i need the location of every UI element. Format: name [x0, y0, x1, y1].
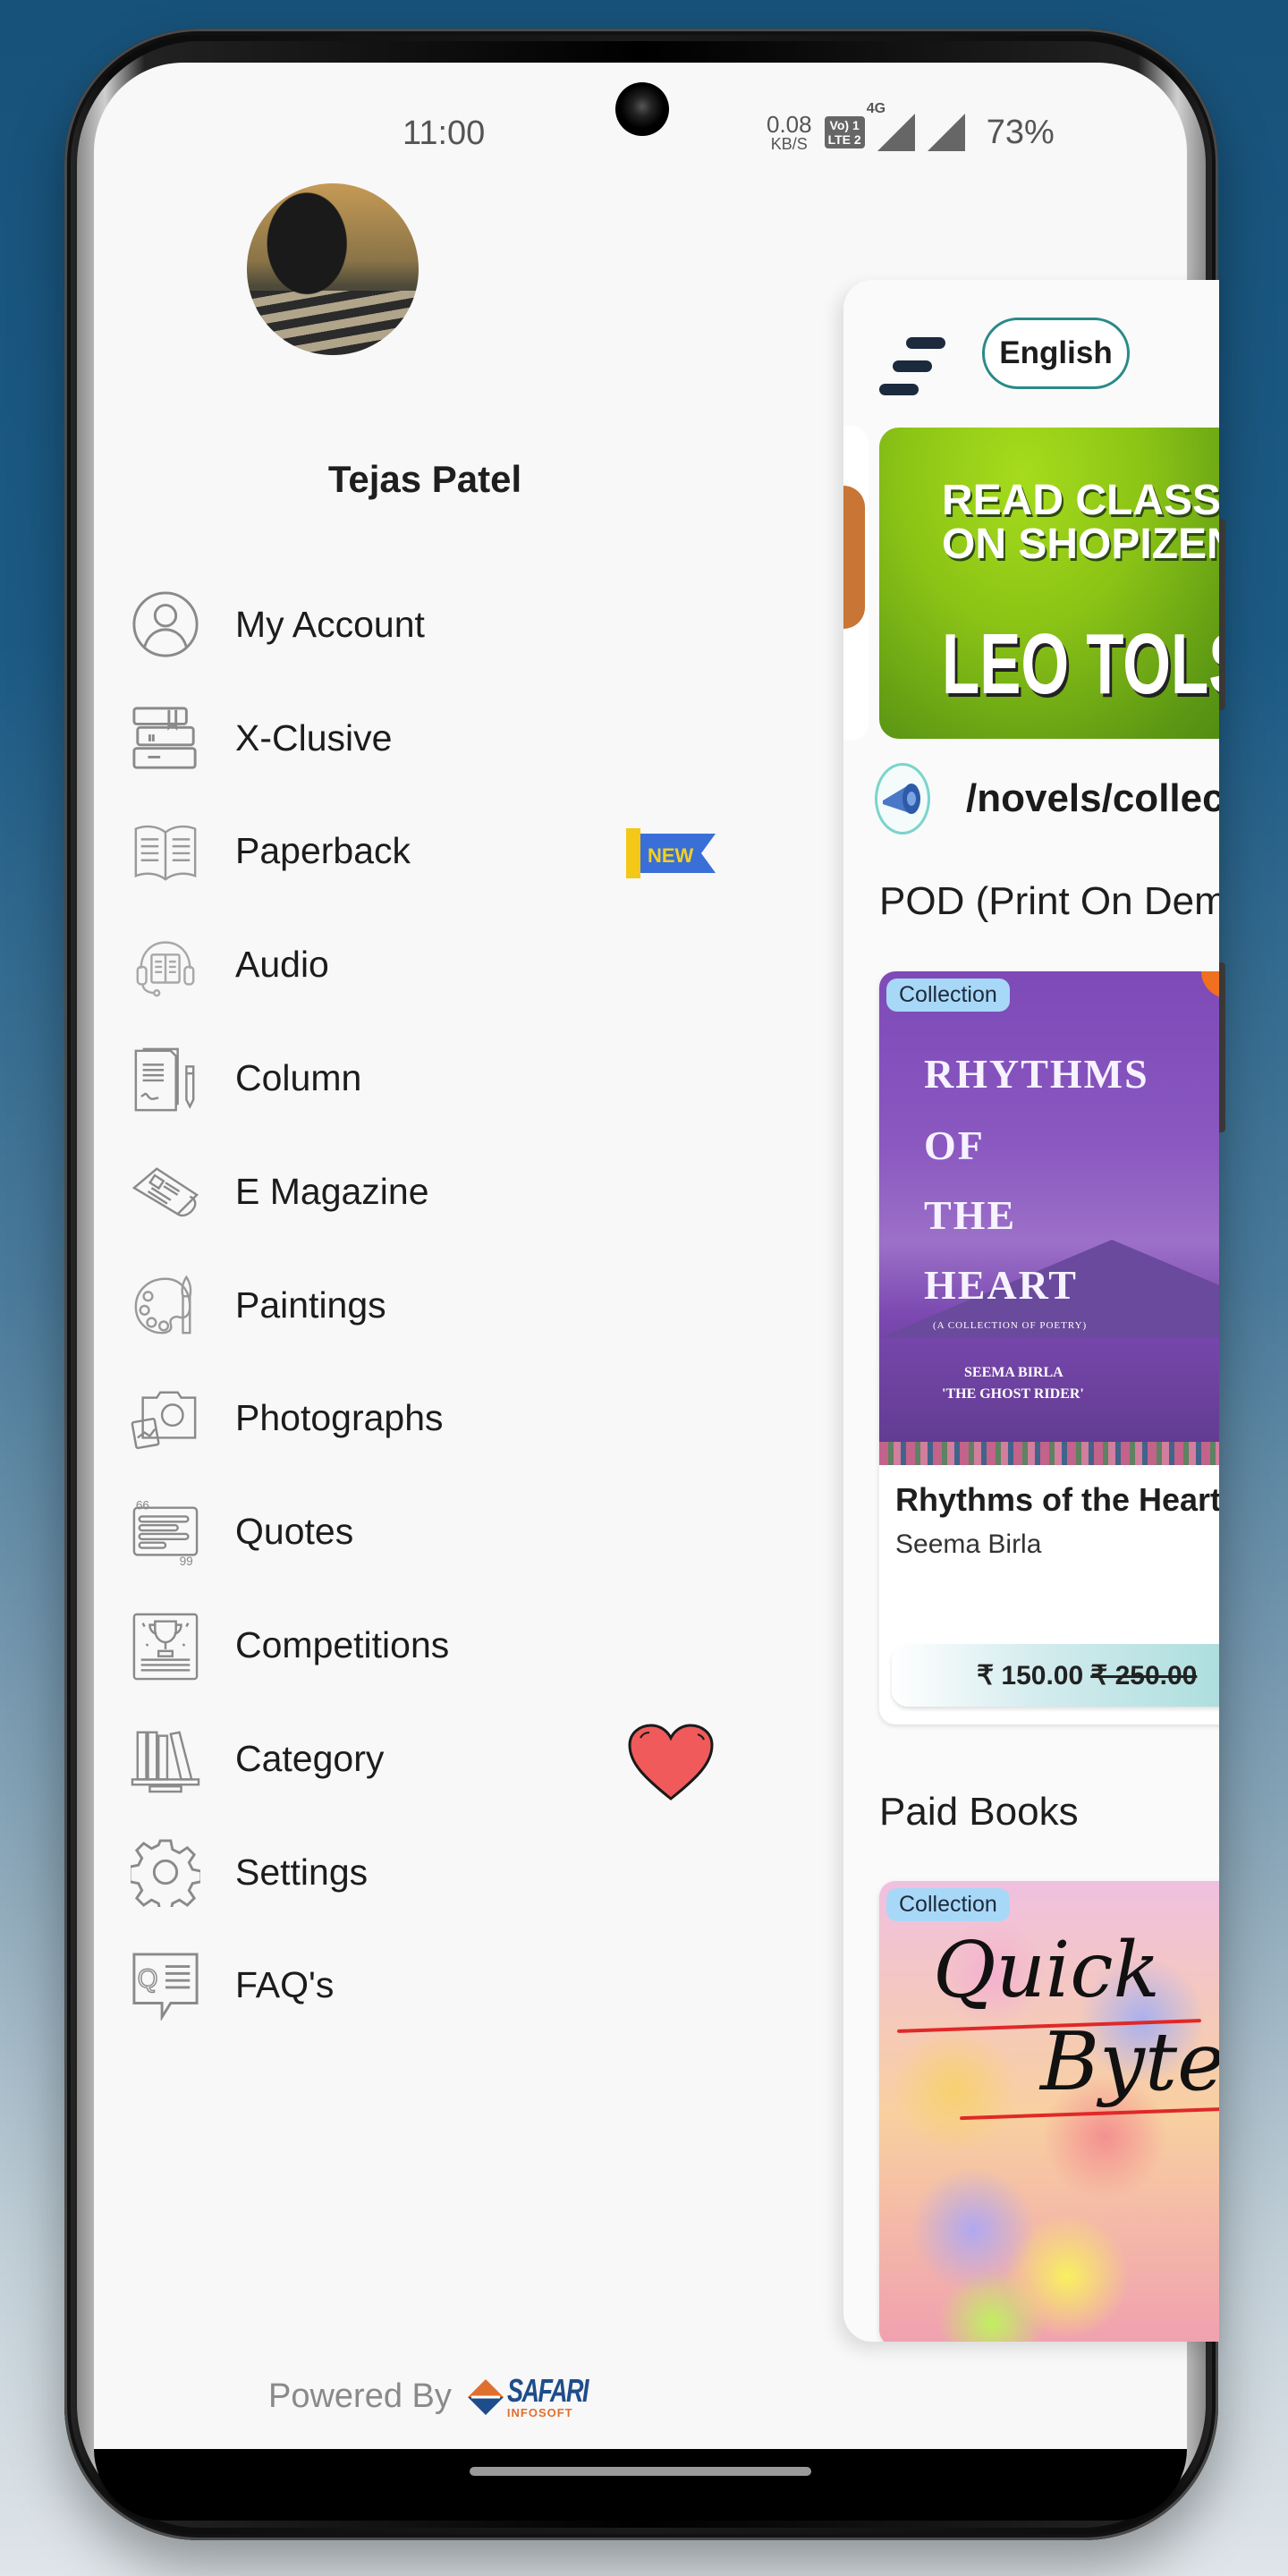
- svg-text:NEW: NEW: [648, 844, 694, 867]
- book-author: Seema Birla: [895, 1530, 1042, 1559]
- menu-item-my-account[interactable]: My Account: [130, 568, 756, 682]
- original-price: ₹ 250.00: [1090, 1660, 1198, 1690]
- collection-tag: Collection: [886, 979, 1010, 1012]
- collection-tag: Collection: [886, 1888, 1010, 1921]
- book-cover: RHYTHMS OF THE HEART (A COLLECTION OF PO…: [879, 971, 1219, 1465]
- language-button[interactable]: English: [982, 318, 1130, 389]
- section-title-pod: POD (Print On Demand): [879, 879, 1219, 923]
- new-badge-icon: NEW: [626, 827, 716, 878]
- front-camera: [615, 82, 669, 136]
- status-time: 11:00: [402, 114, 486, 152]
- menu-item-faqs[interactable]: Q FAQ's: [130, 1929, 756, 2043]
- book-title: Rhythms of the Heart: [895, 1481, 1219, 1518]
- section-title-paid-books: Paid Books: [879, 1790, 1079, 1834]
- palette-brush-icon: [130, 1269, 201, 1341]
- bookshelf-icon: [130, 1723, 201, 1794]
- signal-4g-icon: 4G: [867, 101, 915, 151]
- announcement-bar[interactable]: /novels/collection: [875, 763, 1219, 835]
- camera-photo-icon: [130, 1383, 201, 1454]
- menu-item-column[interactable]: Column: [130, 1021, 756, 1135]
- menu-item-e-magazine[interactable]: E Magazine: [130, 1135, 756, 1249]
- home-panel: English READ CLASSICSON SHOPIZEN LEO TOL…: [843, 280, 1219, 2342]
- document-pen-icon: [130, 1043, 201, 1114]
- volume-button: [1218, 519, 1225, 710]
- announcement-text: /novels/collection: [966, 776, 1219, 820]
- menu-item-quotes[interactable]: 66 99 Quotes: [130, 1475, 756, 1589]
- faq-bubble-icon: Q: [130, 1950, 201, 2021]
- megaphone-icon: [875, 763, 930, 835]
- open-book-icon: [130, 816, 201, 887]
- power-button: [1218, 962, 1225, 1132]
- trophy-certificate-icon: [130, 1610, 201, 1682]
- menu-item-settings[interactable]: Settings: [130, 1816, 756, 1929]
- book-stack-icon: [130, 702, 201, 774]
- menu-item-photographs[interactable]: Photographs: [130, 1362, 756, 1476]
- promo-banner[interactable]: READ CLASSICSON SHOPIZEN LEO TOLSTOY: [879, 428, 1219, 739]
- status-icons: 0.08 KB/S Vo) 1 LTE 2 4G 73%: [767, 101, 1055, 153]
- battery-level: 73%: [986, 113, 1055, 151]
- menu-toggle-button[interactable]: [879, 325, 951, 396]
- heart-icon: [628, 1724, 714, 1801]
- powered-by: Powered By SAFARI INFOSOFT: [268, 2375, 614, 2419]
- book-card[interactable]: Quick Bytes Collection: [879, 1881, 1219, 2342]
- price-button[interactable]: ₹ 150.00 ₹ 250.00: [892, 1644, 1219, 1707]
- newspaper-icon: [130, 1156, 201, 1227]
- user-circle-icon: [130, 589, 201, 660]
- menu-item-competitions[interactable]: Competitions: [130, 1589, 756, 1702]
- drawer-menu: My Account X-Clusive Paperback NEW Audio…: [130, 568, 756, 2042]
- volte-icon: Vo) 1 LTE 2: [824, 116, 865, 148]
- svg-text:66: 66: [136, 1498, 149, 1512]
- book-card[interactable]: RHYTHMS OF THE HEART (A COLLECTION OF PO…: [879, 971, 1219, 1724]
- signal-icon: [927, 114, 965, 151]
- gear-icon: [130, 1836, 201, 1908]
- menu-item-paintings[interactable]: Paintings: [130, 1249, 756, 1362]
- safari-logo-icon: [467, 2378, 504, 2415]
- network-speed: 0.08 KB/S: [767, 111, 812, 153]
- audiobook-headphones-icon: [130, 929, 201, 1001]
- safari-infosoft-logo[interactable]: SAFARI INFOSOFT: [466, 2375, 614, 2419]
- system-nav-bar: [94, 2449, 1187, 2521]
- home-indicator[interactable]: [470, 2467, 811, 2476]
- quote-card-icon: 66 99: [130, 1496, 201, 1568]
- powered-by-text: Powered By: [268, 2377, 452, 2415]
- svg-text:Q: Q: [138, 1965, 158, 1994]
- banner-previous-slide[interactable]: [843, 426, 869, 741]
- menu-item-category[interactable]: Category: [130, 1702, 756, 1816]
- price: ₹ 150.00: [977, 1660, 1084, 1690]
- menu-item-audio[interactable]: Audio: [130, 908, 756, 1021]
- user-name: Tejas Patel: [327, 458, 522, 500]
- svg-text:99: 99: [180, 1555, 193, 1567]
- avatar[interactable]: [247, 183, 419, 355]
- book-cover: Quick Bytes Collection: [879, 1881, 1219, 2342]
- menu-item-paperback[interactable]: Paperback NEW: [130, 795, 756, 909]
- menu-item-x-clusive[interactable]: X-Clusive: [130, 682, 756, 795]
